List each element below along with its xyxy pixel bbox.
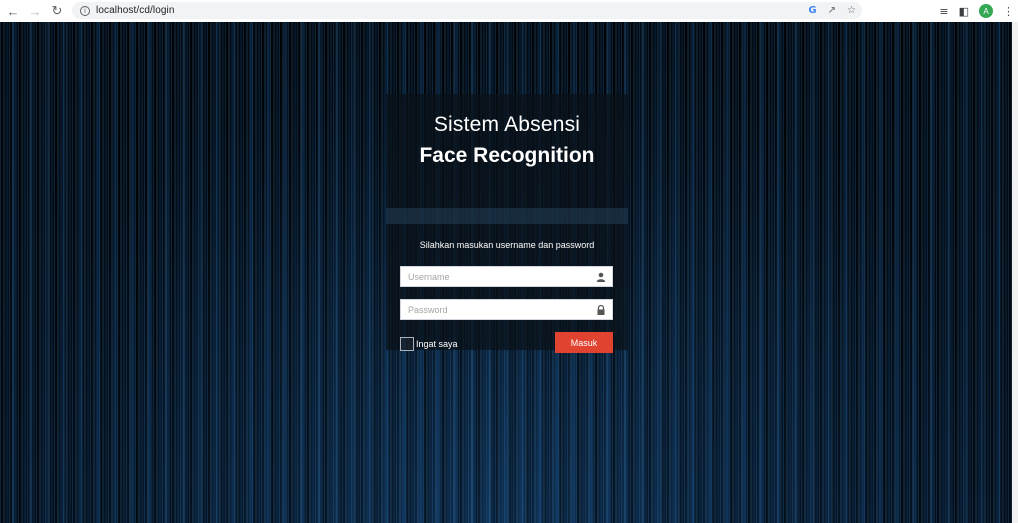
profile-avatar[interactable]: A [979, 4, 993, 18]
browser-toolbar: ← → ↻ i localhost/cd/login G ↗ ☆ ≡ ◧ A ⋮ [0, 0, 1018, 22]
reading-list-icon[interactable]: ≡ [939, 5, 948, 18]
scrollbar[interactable] [1012, 22, 1018, 523]
google-icon[interactable]: G [808, 5, 816, 16]
login-box: Sistem Absensi Face Recognition Silahkan… [386, 94, 628, 353]
forward-icon[interactable]: → [26, 2, 44, 20]
menu-icon[interactable]: ⋮ [1003, 5, 1014, 18]
password-field[interactable] [400, 299, 613, 320]
address-bar[interactable]: i localhost/cd/login G ↗ ☆ [72, 2, 862, 19]
reload-icon[interactable]: ↻ [48, 2, 66, 20]
username-input[interactable] [408, 271, 588, 282]
share-icon[interactable]: ↗ [828, 5, 836, 16]
back-icon[interactable]: ← [4, 2, 22, 20]
info-icon[interactable]: i [80, 5, 90, 16]
login-divider [386, 208, 628, 224]
side-panel-icon[interactable]: ◧ [959, 5, 969, 18]
username-field[interactable] [400, 266, 613, 287]
star-icon[interactable]: ☆ [847, 5, 856, 16]
submit-button[interactable]: Masuk [555, 332, 613, 353]
lock-icon [595, 304, 606, 315]
remember-label[interactable]: Ingat saya [416, 339, 458, 349]
url-text[interactable]: localhost/cd/login [96, 5, 175, 16]
login-subtitle: Silahkan masukan username dan password [419, 240, 595, 250]
remember-me[interactable]: Ingat saya [400, 337, 458, 351]
password-input[interactable] [408, 304, 588, 315]
remember-checkbox[interactable] [400, 337, 414, 351]
login-title-line2: Face Recognition [419, 144, 595, 167]
user-icon [595, 271, 606, 282]
page-background: Sistem Absensi Face Recognition Silahkan… [0, 22, 1012, 523]
login-title-line1: Sistem Absensi [433, 113, 581, 136]
